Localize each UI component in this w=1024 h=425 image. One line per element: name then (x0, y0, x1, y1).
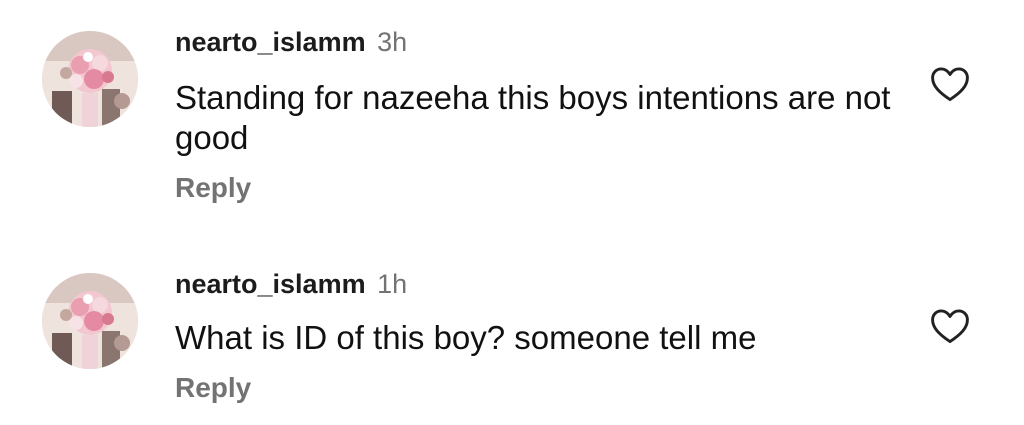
comment-text: What is ID of this boy? someone tell me (175, 319, 757, 356)
heart-outline-icon[interactable] (928, 62, 972, 106)
comment-body: nearto_islamm 1h What is ID of this boy?… (175, 264, 895, 408)
reply-button[interactable]: Reply (175, 168, 895, 208)
avatar[interactable] (42, 273, 138, 369)
username[interactable]: nearto_islamm (175, 269, 366, 299)
reply-button[interactable]: Reply (175, 368, 895, 408)
comment-meta: nearto_islamm 1h (175, 264, 895, 304)
comment-item: nearto_islamm 3h Standing for nazeeha th… (0, 22, 1024, 222)
timestamp: 1h (377, 269, 408, 299)
comment-meta: nearto_islamm 3h (175, 22, 895, 62)
comment-text: Standing for nazeeha this boys intention… (175, 79, 891, 156)
comment-body: nearto_islamm 3h Standing for nazeeha th… (175, 22, 895, 208)
timestamp: 3h (377, 27, 408, 57)
comment-item: nearto_islamm 1h What is ID of this boy?… (0, 264, 1024, 414)
avatar-flowers-image (42, 273, 138, 369)
avatar-flowers-image (42, 31, 138, 127)
heart-outline-icon[interactable] (928, 304, 972, 348)
username[interactable]: nearto_islamm (175, 27, 366, 57)
avatar[interactable] (42, 31, 138, 127)
